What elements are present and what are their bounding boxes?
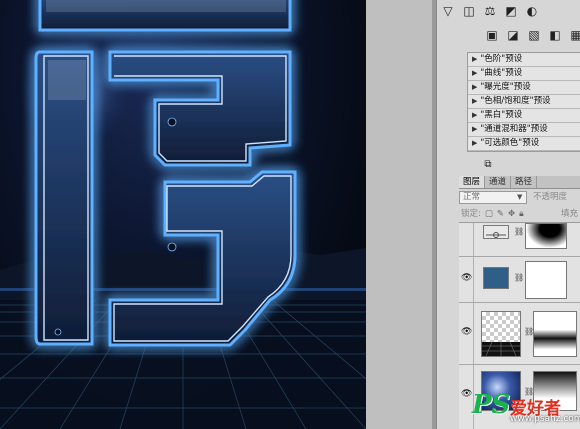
expand-icon: ▶: [472, 97, 478, 105]
curves-icon[interactable]: ◫: [460, 2, 478, 20]
visibility-toggle[interactable]: 👁︎: [459, 365, 474, 429]
layer-row[interactable]: 👁︎ ⛓: [459, 365, 580, 429]
tab-layers[interactable]: 图层: [459, 176, 486, 188]
chain-link-icon[interactable]: ⛓: [514, 227, 524, 236]
eye-icon[interactable]: 👁︎: [461, 389, 472, 399]
expand-icon: ▶: [472, 69, 478, 77]
expand-icon: ▶: [472, 125, 478, 133]
visibility-toggle[interactable]: 👁︎: [459, 303, 474, 364]
adjustment-icons-row-1: ▽ ◫ ⚖ ◩ ◐: [439, 2, 541, 20]
preset-exposure[interactable]: ▶ "曝光度"预设: [468, 81, 580, 95]
layer-thumbnail: [483, 267, 509, 289]
chevron-down-icon[interactable]: ▼: [517, 191, 522, 204]
opacity-label: 不透明度: [533, 192, 568, 202]
preset-levels[interactable]: ▶ "色阶"预设: [468, 53, 580, 67]
preset-channel-mixer[interactable]: ▶ "通道混和器"预设: [468, 123, 580, 137]
expand-icon: ▶: [472, 55, 478, 63]
tab-paths[interactable]: 路径: [511, 176, 538, 188]
lock-transparent-icon[interactable]: ▢: [485, 208, 493, 221]
lock-label: 锁定:: [461, 209, 481, 219]
pen-icon[interactable]: ◪: [504, 26, 522, 44]
preset-label: "可选颜色"预设: [480, 138, 540, 148]
layer-row[interactable]: ⛓: [459, 223, 580, 257]
tab-channels[interactable]: 通道: [485, 176, 512, 188]
selective-icon[interactable]: ◧: [546, 26, 564, 44]
chain-link-icon[interactable]: ⛓: [514, 273, 524, 282]
layer-thumbnail: [481, 311, 521, 357]
preset-label: "曲线"预设: [480, 68, 523, 78]
layer-thumbnail: [483, 225, 509, 239]
adjustment-icons-row-2: ▣ ◪ ▧ ◧ ▦: [483, 26, 580, 44]
preset-label: "色相/饱和度"预设: [480, 96, 551, 106]
preset-curves[interactable]: ▶ "曲线"预设: [468, 67, 580, 81]
fx-icon[interactable]: ▦: [567, 26, 580, 44]
eye-icon[interactable]: 👁︎: [461, 327, 472, 337]
expand-icon: ▶: [472, 111, 478, 119]
eye-icon[interactable]: 👁︎: [461, 273, 472, 283]
layer-thumbnail: [481, 371, 521, 411]
levels-icon[interactable]: ▽: [439, 2, 457, 20]
preset-label: "曝光度"预设: [480, 82, 531, 92]
fill-icon[interactable]: ▧: [525, 26, 543, 44]
layers-panel-tabs: 图层 通道 路径: [459, 176, 580, 189]
layer-row[interactable]: 👁︎ ⛓: [459, 257, 580, 303]
gradient-icon[interactable]: ◩: [502, 2, 520, 20]
preset-black-white[interactable]: ▶ "黑白"预设: [468, 109, 580, 123]
balance-icon[interactable]: ⚖: [481, 2, 499, 20]
expand-icon: ▶: [472, 83, 478, 91]
layer-row[interactable]: 👁︎ ⛓: [459, 303, 580, 365]
letter-upper-bowl: [108, 50, 292, 167]
layer-mask-thumbnail[interactable]: [525, 261, 567, 299]
lock-all-icon[interactable]: 🔒︎: [519, 208, 524, 221]
document-canvas[interactable]: [0, 0, 366, 429]
lock-row: 锁定: ▢ ✎ ✥ 🔒︎ 填充: [459, 208, 580, 221]
lock-paint-icon[interactable]: ✎: [497, 208, 504, 221]
grid-preview: [482, 341, 520, 357]
preset-selective-color[interactable]: ▶ "可选颜色"预设: [468, 137, 580, 151]
preset-label: "色阶"预设: [480, 54, 523, 64]
mask-icon[interactable]: ▣: [483, 26, 501, 44]
lock-move-icon[interactable]: ✥: [508, 208, 515, 221]
fill-label: 填充: [561, 209, 579, 219]
adjustment-presets-list: ▶ "色阶"预设 ▶ "曲线"预设 ▶ "曝光度"预设 ▶ "色相/饱和度"预设 ▶ "黑…: [467, 52, 580, 152]
adjust-circle-icon[interactable]: ◐: [523, 2, 541, 20]
visibility-toggle[interactable]: 👁︎: [459, 257, 474, 302]
layer-mask-thumbnail[interactable]: [525, 223, 567, 249]
layer-mask-thumbnail[interactable]: [533, 371, 577, 411]
preset-hue-saturation[interactable]: ▶ "色相/饱和度"预设: [468, 95, 580, 109]
layer-mask-thumbnail[interactable]: [533, 311, 577, 357]
adjustment-icon: [486, 232, 506, 238]
layers-list: ⛓ 👁︎ ⛓ 👁︎ ⛓ 👁︎ ⛓: [459, 222, 580, 429]
neon-letter-artwork: [0, 0, 366, 429]
visibility-toggle[interactable]: [459, 223, 474, 256]
expand-icon: ▶: [472, 139, 478, 147]
photoshop-window: ▽ ◫ ⚖ ◩ ◐ ▣ ◪ ▧ ◧ ▦ ▶ "色阶"预设 ▶ "曲线"预设 ▶ "曝光…: [0, 0, 580, 429]
preset-label: "黑白"预设: [480, 110, 523, 120]
preset-label: "通道混和器"预设: [480, 124, 548, 134]
workspace-background: [366, 0, 436, 429]
clip-layer-icon[interactable]: ⧉: [481, 159, 495, 171]
blend-row: 正常 ▼ 不透明度: [459, 191, 580, 205]
adjustments-panel: ▽ ◫ ⚖ ◩ ◐ ▣ ◪ ▧ ◧ ▦ ▶ "色阶"预设 ▶ "曲线"预设 ▶ "曝光…: [436, 0, 580, 429]
